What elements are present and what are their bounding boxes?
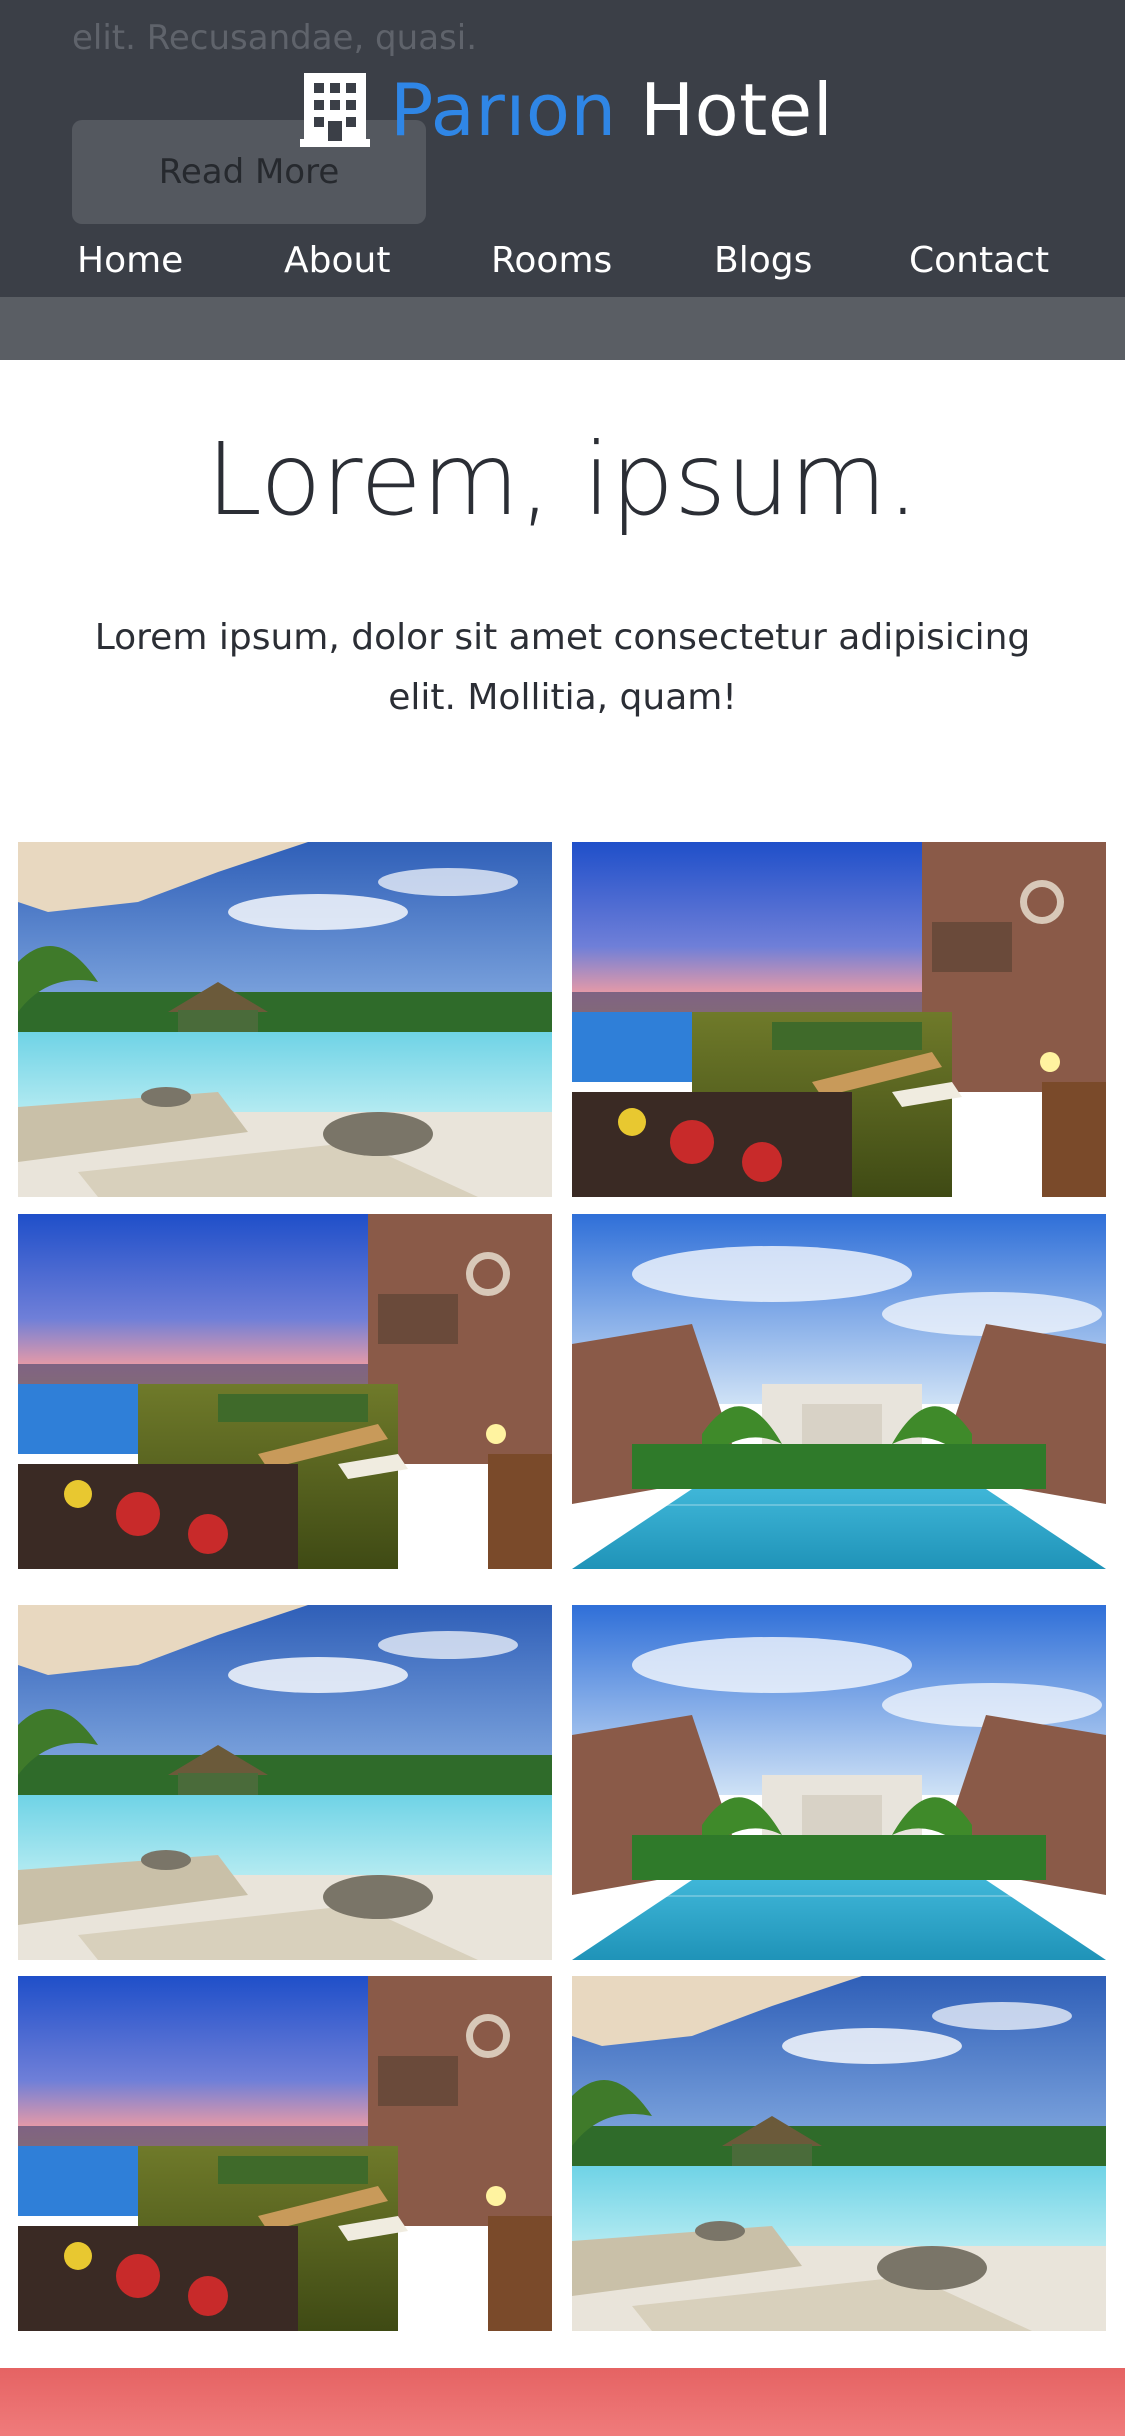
nav-rooms[interactable]: Rooms — [491, 240, 612, 281]
gallery-photo-sunset-terrace[interactable] — [18, 1976, 552, 2331]
building-icon — [300, 73, 370, 147]
gallery-photo-resort-pool[interactable] — [18, 1605, 552, 1960]
brand-name: Parıon Hotel — [390, 68, 833, 152]
section-title: Lorem, ipsum. — [206, 421, 919, 538]
brand-name-accent: Parıon — [390, 68, 617, 152]
nav-contact[interactable]: Contact — [909, 240, 1049, 281]
gallery-photo-resort-pool[interactable] — [572, 1976, 1106, 2331]
nav-home[interactable]: Home — [77, 240, 183, 281]
gallery-photo-resort-pool[interactable] — [18, 842, 552, 1197]
gallery-photo-sunset-terrace[interactable] — [572, 842, 1106, 1197]
header-bottom-band — [0, 297, 1125, 360]
hero-ghost-text: elit. Recusandae, quasi. — [72, 18, 477, 58]
nav-blogs[interactable]: Blogs — [714, 240, 812, 281]
gallery-photo-courtyard-pool[interactable] — [572, 1214, 1106, 1569]
site-header: elit. Recusandae, quasi. Read More Parıo… — [0, 0, 1125, 297]
gallery-photo-courtyard-pool[interactable] — [572, 1605, 1106, 1960]
footer-band — [0, 2368, 1125, 2436]
brand-name-main: Hotel — [639, 68, 834, 152]
nav-about[interactable]: About — [284, 240, 390, 281]
gallery-photo-sunset-terrace[interactable] — [18, 1214, 552, 1569]
main-nav: Home About Rooms Blogs Contact — [0, 240, 1125, 297]
brand-logo[interactable]: Parıon Hotel — [300, 60, 833, 160]
section-description: Lorem ipsum, dolor sit amet consectetur … — [94, 617, 1031, 718]
